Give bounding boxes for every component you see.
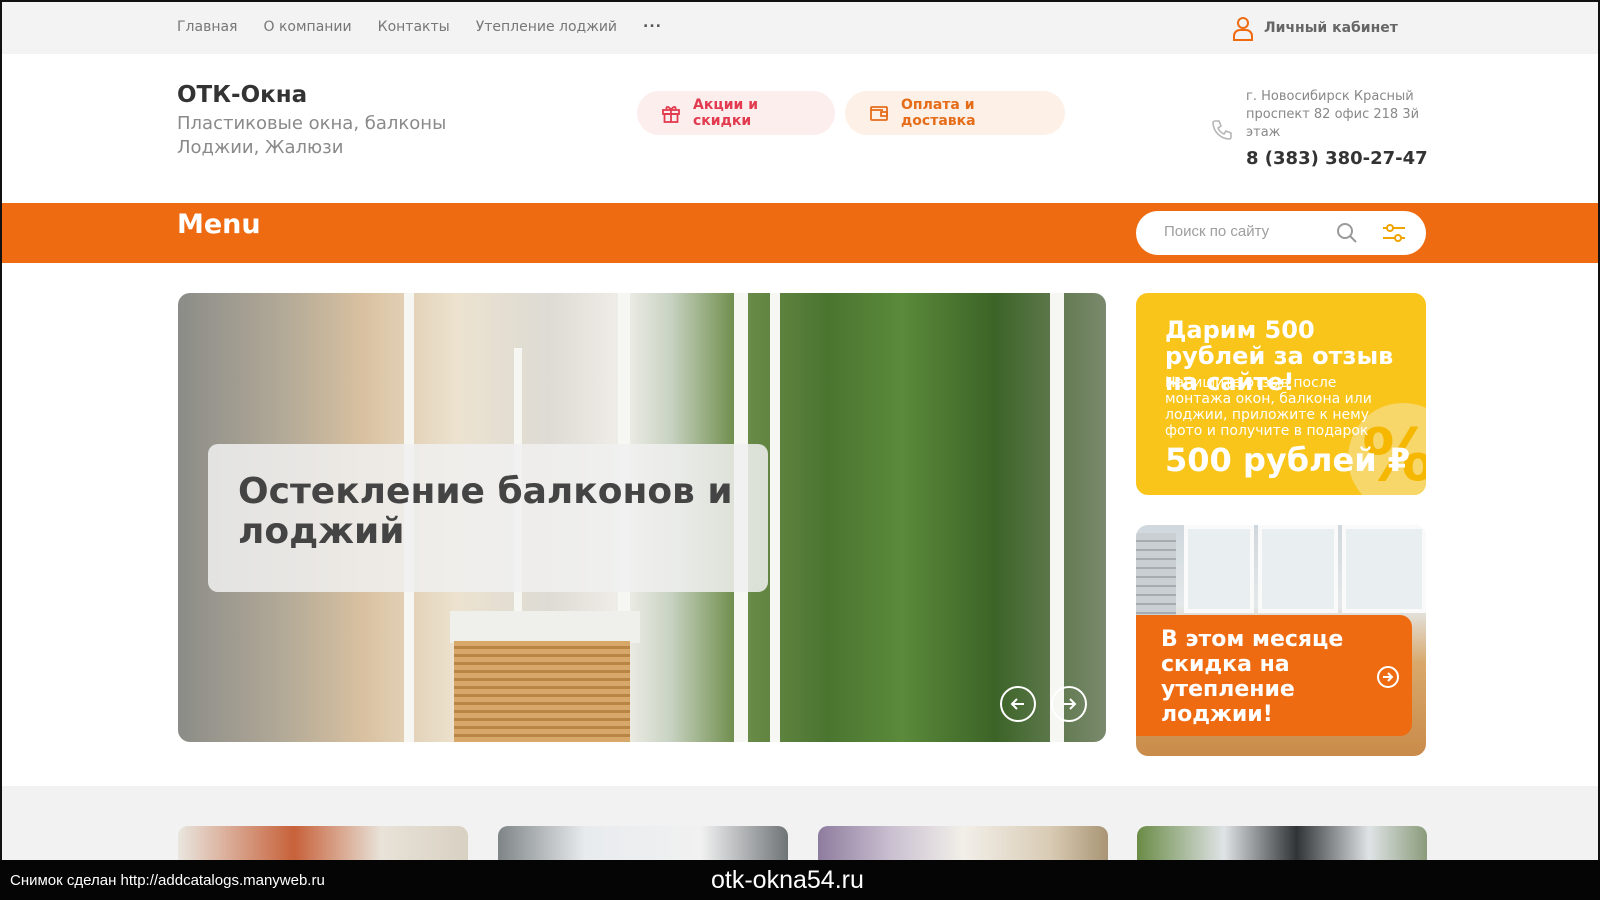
arrow-circle-right-icon[interactable] [1376, 665, 1400, 689]
filter-icon[interactable] [1381, 222, 1407, 244]
wallet-icon [870, 106, 888, 121]
insulation-discount-banner[interactable]: В этом месяце скидка на утепление лоджии… [1136, 525, 1426, 756]
brand: ОТК-Окна Пластиковые окна, балконы Лоджи… [177, 82, 467, 160]
menu-bar: Menu [2, 203, 1598, 263]
insulation-discount-panel: В этом месяце скидка на утепление лоджии… [1136, 615, 1412, 736]
promotions-button[interactable]: Акции и скидки [637, 91, 835, 135]
hero-window-sill [450, 611, 640, 643]
screenshot-site-name: otk-okna54.ru [711, 866, 864, 894]
screenshot-credit: Снимок сделан http://addcatalogs.manyweb… [10, 872, 325, 889]
gift-icon [662, 106, 680, 123]
phone-number[interactable]: 8 (383) 380-27-47 [1246, 148, 1428, 169]
search-icon[interactable] [1336, 222, 1358, 244]
hero-slider[interactable]: Остекление балконов и лоджий [178, 293, 1106, 742]
arrow-right-icon [1063, 698, 1077, 710]
balcony-window [1342, 525, 1426, 613]
review-bonus-banner[interactable]: % Дарим 500 рублей за отзыв на сайте! На… [1136, 293, 1426, 495]
site-name[interactable]: ОТК-Окна [177, 82, 467, 108]
review-bonus-text: Напишите отзыв после монтажа окон, балко… [1165, 375, 1372, 439]
nav-link-about[interactable]: О компании [263, 19, 351, 35]
account-link-label: Личный кабинет [1264, 20, 1398, 36]
nav-more-button[interactable]: ... [643, 15, 662, 35]
account-link[interactable]: Личный кабинет [1232, 15, 1398, 41]
user-icon [1233, 17, 1253, 41]
menu-button[interactable]: Menu [177, 209, 261, 240]
phone-icon [1212, 120, 1232, 140]
site-tagline: Пластиковые окна, балконы Лоджии, Жалюзи [177, 113, 447, 158]
hero-caption: Остекление балконов и лоджий [208, 444, 768, 592]
balcony-window [1258, 525, 1338, 613]
top-bar: Главная О компании Контакты Утепление ло… [2, 2, 1598, 54]
search-box [1136, 211, 1426, 255]
payment-delivery-button[interactable]: Оплата и доставка [845, 91, 1065, 135]
slider-next-button[interactable] [1051, 686, 1087, 722]
slider-prev-button[interactable] [1000, 686, 1036, 722]
search-input[interactable] [1164, 223, 1324, 240]
hero-window-frame [1050, 293, 1064, 742]
promotions-button-label: Акции и скидки [693, 97, 759, 129]
hero-title[interactable]: Остекление балконов и лоджий [238, 472, 738, 552]
top-nav: Главная О компании Контакты Утепление ло… [177, 15, 662, 35]
address: г. Новосибирск Красный проспект 82 офис … [1246, 89, 1420, 140]
page: Главная О компании Контакты Утепление ло… [0, 0, 1600, 900]
nav-link-insulation[interactable]: Утепление лоджий [476, 19, 617, 35]
review-bonus-amount: 500 рублей ₽ [1165, 441, 1411, 479]
balcony-window [1184, 525, 1254, 613]
payment-delivery-button-label: Оплата и доставка [901, 97, 976, 129]
nav-link-home[interactable]: Главная [177, 19, 237, 35]
hero-cabinet [454, 641, 630, 742]
insulation-discount-text: В этом месяце скидка на утепление лоджии… [1161, 627, 1344, 727]
nav-link-contacts[interactable]: Контакты [378, 19, 450, 35]
screenshot-credit-bar: Снимок сделан http://addcatalogs.manyweb… [0, 860, 1600, 900]
arrow-left-icon [1010, 698, 1024, 710]
hero-window-frame [770, 293, 780, 742]
